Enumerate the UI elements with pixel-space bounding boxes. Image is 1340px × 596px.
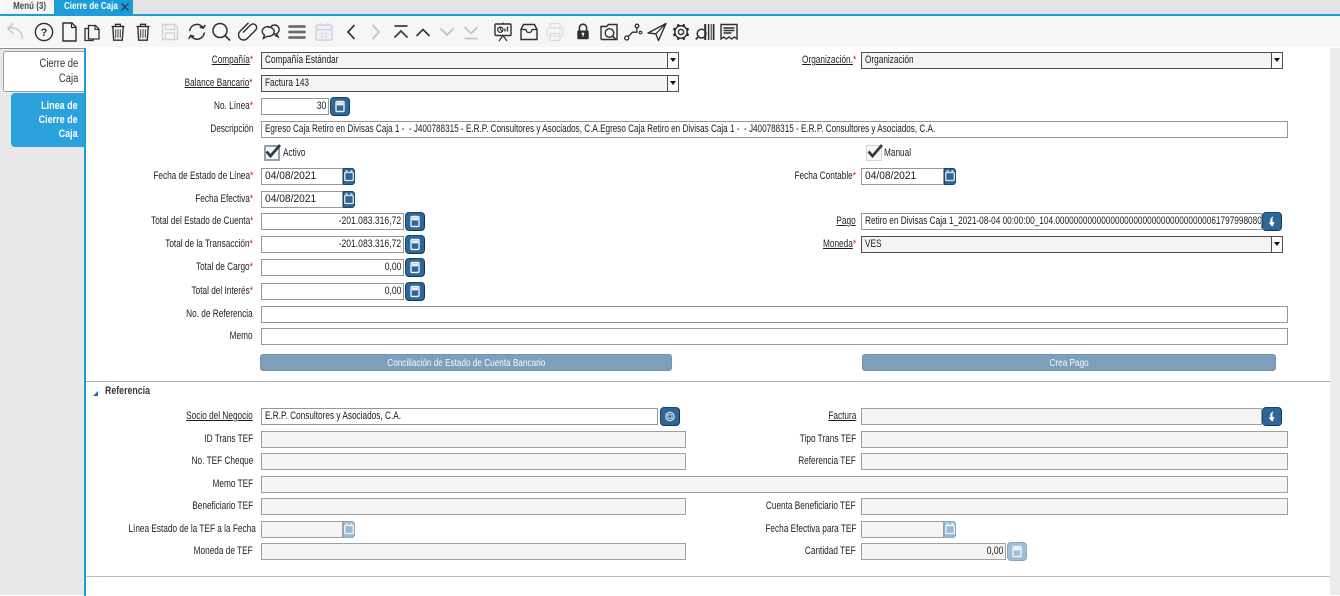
svg-text:?: ? xyxy=(41,27,48,39)
svg-text:31: 31 xyxy=(320,31,328,40)
